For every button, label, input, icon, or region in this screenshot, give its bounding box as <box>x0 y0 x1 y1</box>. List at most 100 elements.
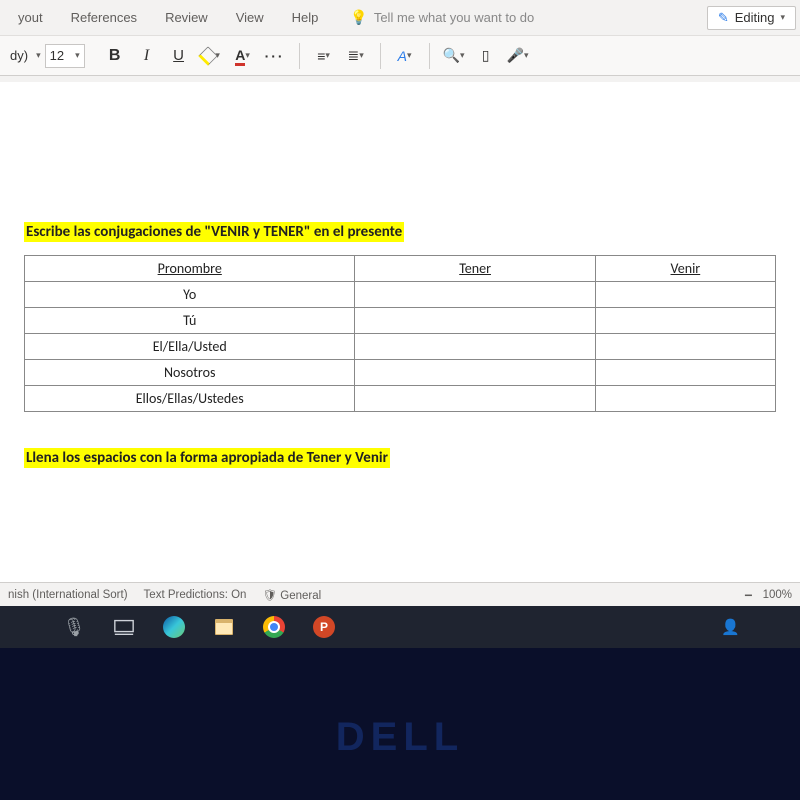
font-style-group: dy) ▾ <box>6 48 41 63</box>
cell-venir[interactable] <box>595 282 775 308</box>
underline-button[interactable]: U <box>165 42 193 70</box>
edge-logo <box>163 616 185 638</box>
bullet-list-icon: ≡ <box>317 48 325 64</box>
cell-venir[interactable] <box>595 334 775 360</box>
font-style-label: dy) <box>6 48 32 63</box>
chrome-logo <box>263 616 285 638</box>
cell-pronoun[interactable]: Yo <box>25 282 355 308</box>
cell-pronoun[interactable]: Ellos/Ellas/Ustedes <box>25 386 355 412</box>
cell-tener[interactable] <box>355 334 595 360</box>
chrome-browser-icon[interactable] <box>260 613 288 641</box>
dictate-button[interactable]: 🎤 ▾ <box>504 42 532 70</box>
cell-venir[interactable] <box>595 386 775 412</box>
col-venir: Venir <box>595 256 775 282</box>
chevron-down-icon[interactable]: ▾ <box>36 50 41 61</box>
chevron-down-icon: ▾ <box>460 50 465 61</box>
styles-icon: A <box>398 48 407 64</box>
separator <box>299 43 300 69</box>
numbering-button[interactable]: ≣ ▾ <box>342 42 370 70</box>
lightbulb-icon: 💡 <box>350 9 367 26</box>
edge-browser-icon[interactable] <box>160 613 188 641</box>
chevron-down-icon: ▾ <box>407 50 412 61</box>
ribbon-toolbar: dy) ▾ 12 ▾ B I U ▾ A ▾ ··· ≡ ▾ ≣ ▾ A <box>0 36 800 76</box>
number-list-icon: ≣ <box>347 47 359 64</box>
highlighter-icon <box>198 46 218 66</box>
col-pronombre: Pronombre <box>25 256 355 282</box>
search-icon: 🔍 <box>443 47 460 64</box>
cell-tener[interactable] <box>355 282 595 308</box>
tab-view[interactable]: View <box>222 0 278 35</box>
table-row[interactable]: Nosotros <box>25 360 776 386</box>
table-header-row: Pronombre Tener Venir <box>25 256 776 282</box>
cell-pronoun[interactable]: El/Ella/Usted <box>25 334 355 360</box>
font-size-value: 12 <box>50 48 64 63</box>
conjugation-table[interactable]: Pronombre Tener Venir Yo Tú El/Ella/Uste… <box>24 255 776 412</box>
windows-taskbar: 🎙 P 👤 <box>0 606 800 648</box>
chevron-down-icon: ▾ <box>325 50 330 61</box>
more-formatting-button[interactable]: ··· <box>261 42 289 70</box>
chevron-down-icon: ▾ <box>245 50 250 61</box>
powerpoint-logo: P <box>313 616 335 638</box>
pen-icon: ✎ <box>718 10 729 26</box>
font-color-icon: A <box>235 47 245 65</box>
cell-venir[interactable] <box>595 360 775 386</box>
task-view-svg <box>113 616 135 638</box>
editing-label: Editing <box>735 10 775 25</box>
taskbar-right: 👤 <box>721 618 740 636</box>
shield-icon: 🛡 <box>262 590 277 602</box>
status-bar: nish (International Sort) Text Predictio… <box>0 582 800 606</box>
editing-mode-button[interactable]: ✎ Editing ▾ <box>707 6 796 30</box>
tab-references[interactable]: References <box>57 0 151 35</box>
dictate-group-button[interactable]: ▯ <box>472 42 500 70</box>
col-tener: Tener <box>355 256 595 282</box>
cell-venir[interactable] <box>595 308 775 334</box>
separator <box>429 43 430 69</box>
status-predictions[interactable]: Text Predictions: On <box>144 589 247 601</box>
highlight-color-button[interactable]: ▾ <box>197 42 225 70</box>
document-page[interactable]: Escribe las conjugaciones de "VENIR y TE… <box>0 82 800 582</box>
ribbon-tabs: yout References Review View Help 💡 Tell … <box>0 0 800 36</box>
cell-pronoun[interactable]: Nosotros <box>25 360 355 386</box>
taskbar-voice-icon[interactable]: 🎙 <box>60 613 88 641</box>
table-row[interactable]: Ellos/Ellas/Ustedes <box>25 386 776 412</box>
zoom-level[interactable]: 100% <box>763 589 792 601</box>
italic-button[interactable]: I <box>133 42 161 70</box>
tab-layout[interactable]: yout <box>4 0 57 35</box>
people-icon[interactable]: 👤 <box>721 618 740 636</box>
cell-tener[interactable] <box>355 386 595 412</box>
table-row[interactable]: Yo <box>25 282 776 308</box>
table-row[interactable]: Tú <box>25 308 776 334</box>
chevron-down-icon: ▾ <box>524 50 529 61</box>
tab-review[interactable]: Review <box>151 0 222 35</box>
status-sensitivity[interactable]: 🛡 General <box>262 588 321 602</box>
chevron-down-icon: ▾ <box>359 50 364 61</box>
highlighted-heading: Escribe las conjugaciones de "VENIR y TE… <box>24 222 404 242</box>
word-window: yout References Review View Help 💡 Tell … <box>0 0 800 648</box>
dictate-panel-icon: ▯ <box>482 47 490 64</box>
chevron-down-icon: ▾ <box>75 50 80 61</box>
cell-pronoun[interactable]: Tú <box>25 308 355 334</box>
chevron-down-icon: ▾ <box>780 12 785 23</box>
status-language[interactable]: nish (International Sort) <box>8 589 128 601</box>
cell-tener[interactable] <box>355 360 595 386</box>
dell-brand-logo: DELL <box>336 715 464 760</box>
zoom-out-button[interactable]: − <box>744 587 752 603</box>
cell-tener[interactable] <box>355 308 595 334</box>
styles-button[interactable]: A ▾ <box>391 42 419 70</box>
bold-button[interactable]: B <box>101 42 129 70</box>
tab-help[interactable]: Help <box>278 0 333 35</box>
folder-icon <box>215 619 233 635</box>
font-size-select[interactable]: 12 ▾ <box>45 44 85 68</box>
tell-me-label: Tell me what you want to do <box>374 10 534 25</box>
find-button[interactable]: 🔍 ▾ <box>440 42 468 70</box>
highlighted-heading: Llena los espacios con la forma apropiad… <box>24 448 390 468</box>
bullets-button[interactable]: ≡ ▾ <box>310 42 338 70</box>
tell-me-search[interactable]: 💡 Tell me what you want to do <box>332 9 534 26</box>
file-explorer-icon[interactable] <box>210 613 238 641</box>
font-color-button[interactable]: A ▾ <box>229 42 257 70</box>
microphone-icon: 🎤 <box>507 47 524 64</box>
table-row[interactable]: El/Ella/Usted <box>25 334 776 360</box>
document-area: Escribe las conjugaciones de "VENIR y TE… <box>0 76 800 582</box>
task-view-icon[interactable] <box>110 613 138 641</box>
powerpoint-icon[interactable]: P <box>310 613 338 641</box>
